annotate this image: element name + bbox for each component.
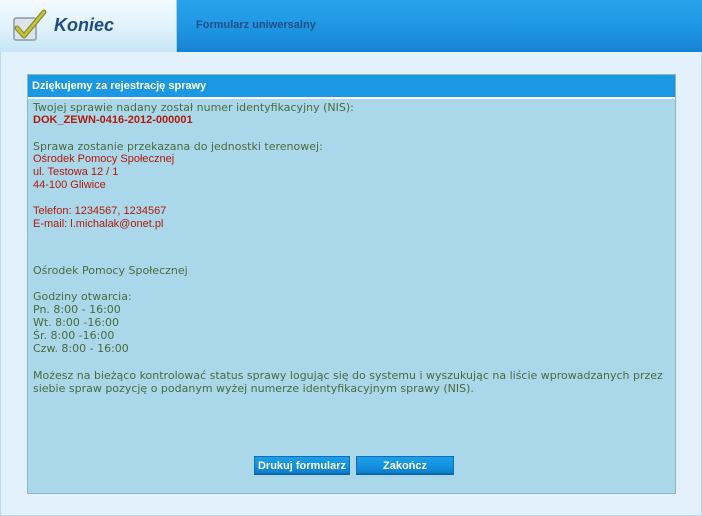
unit-email: E-mail: l.michalak@onet.pl — [33, 218, 164, 230]
nis-number: DOK_ZEWN-0416-2012-000001 — [33, 114, 193, 126]
panel-title: Dziękujemy za rejestrację sprawy — [32, 80, 207, 92]
app-window: Koniec Formularz uniwersalny Dziękujemy … — [0, 0, 702, 516]
unit-name: Ośrodek Pomocy Społecznej — [33, 153, 175, 165]
unit-street: ul. Testowa 12 / 1 — [33, 166, 119, 178]
panel-body: Twojej sprawie nadany został numer ident… — [33, 101, 663, 395]
hours-thursday: Czw. 8:00 - 16:00 — [33, 342, 129, 355]
hours-monday: Pn. 8:00 - 16:00 — [33, 303, 121, 316]
status-info-text: Możesz na bieżąco kontrolować status spr… — [33, 369, 663, 395]
finish-button[interactable]: Zakończ — [356, 456, 454, 474]
office-name: Ośrodek Pomocy Społecznej — [33, 264, 188, 277]
nis-intro-text: Twojej sprawie nadany został numer ident… — [33, 101, 354, 114]
print-form-button[interactable]: Drukuj formularz — [254, 456, 350, 474]
panel-header: Dziękujemy za rejestrację sprawy — [28, 75, 675, 99]
unit-phone: Telefon: 1234567, 1234567 — [33, 205, 167, 217]
unit-city: 44-100 Gliwice — [33, 179, 106, 191]
confirmation-panel: Dziękujemy za rejestrację sprawy Twojej … — [27, 74, 676, 494]
forward-intro-text: Sprawa zostanie przekazana do jednostki … — [33, 140, 323, 153]
hours-title: Godziny otwarcia: — [33, 290, 132, 303]
header-step-tab: Koniec — [0, 0, 177, 53]
form-name: Formularz uniwersalny — [196, 19, 316, 31]
hours-wednesday: Śr. 8:00 -16:00 — [33, 329, 115, 342]
checkmark-icon — [13, 9, 47, 41]
hours-tuesday: Wt. 8:00 -16:00 — [33, 316, 120, 329]
page-title: Koniec — [54, 15, 115, 35]
